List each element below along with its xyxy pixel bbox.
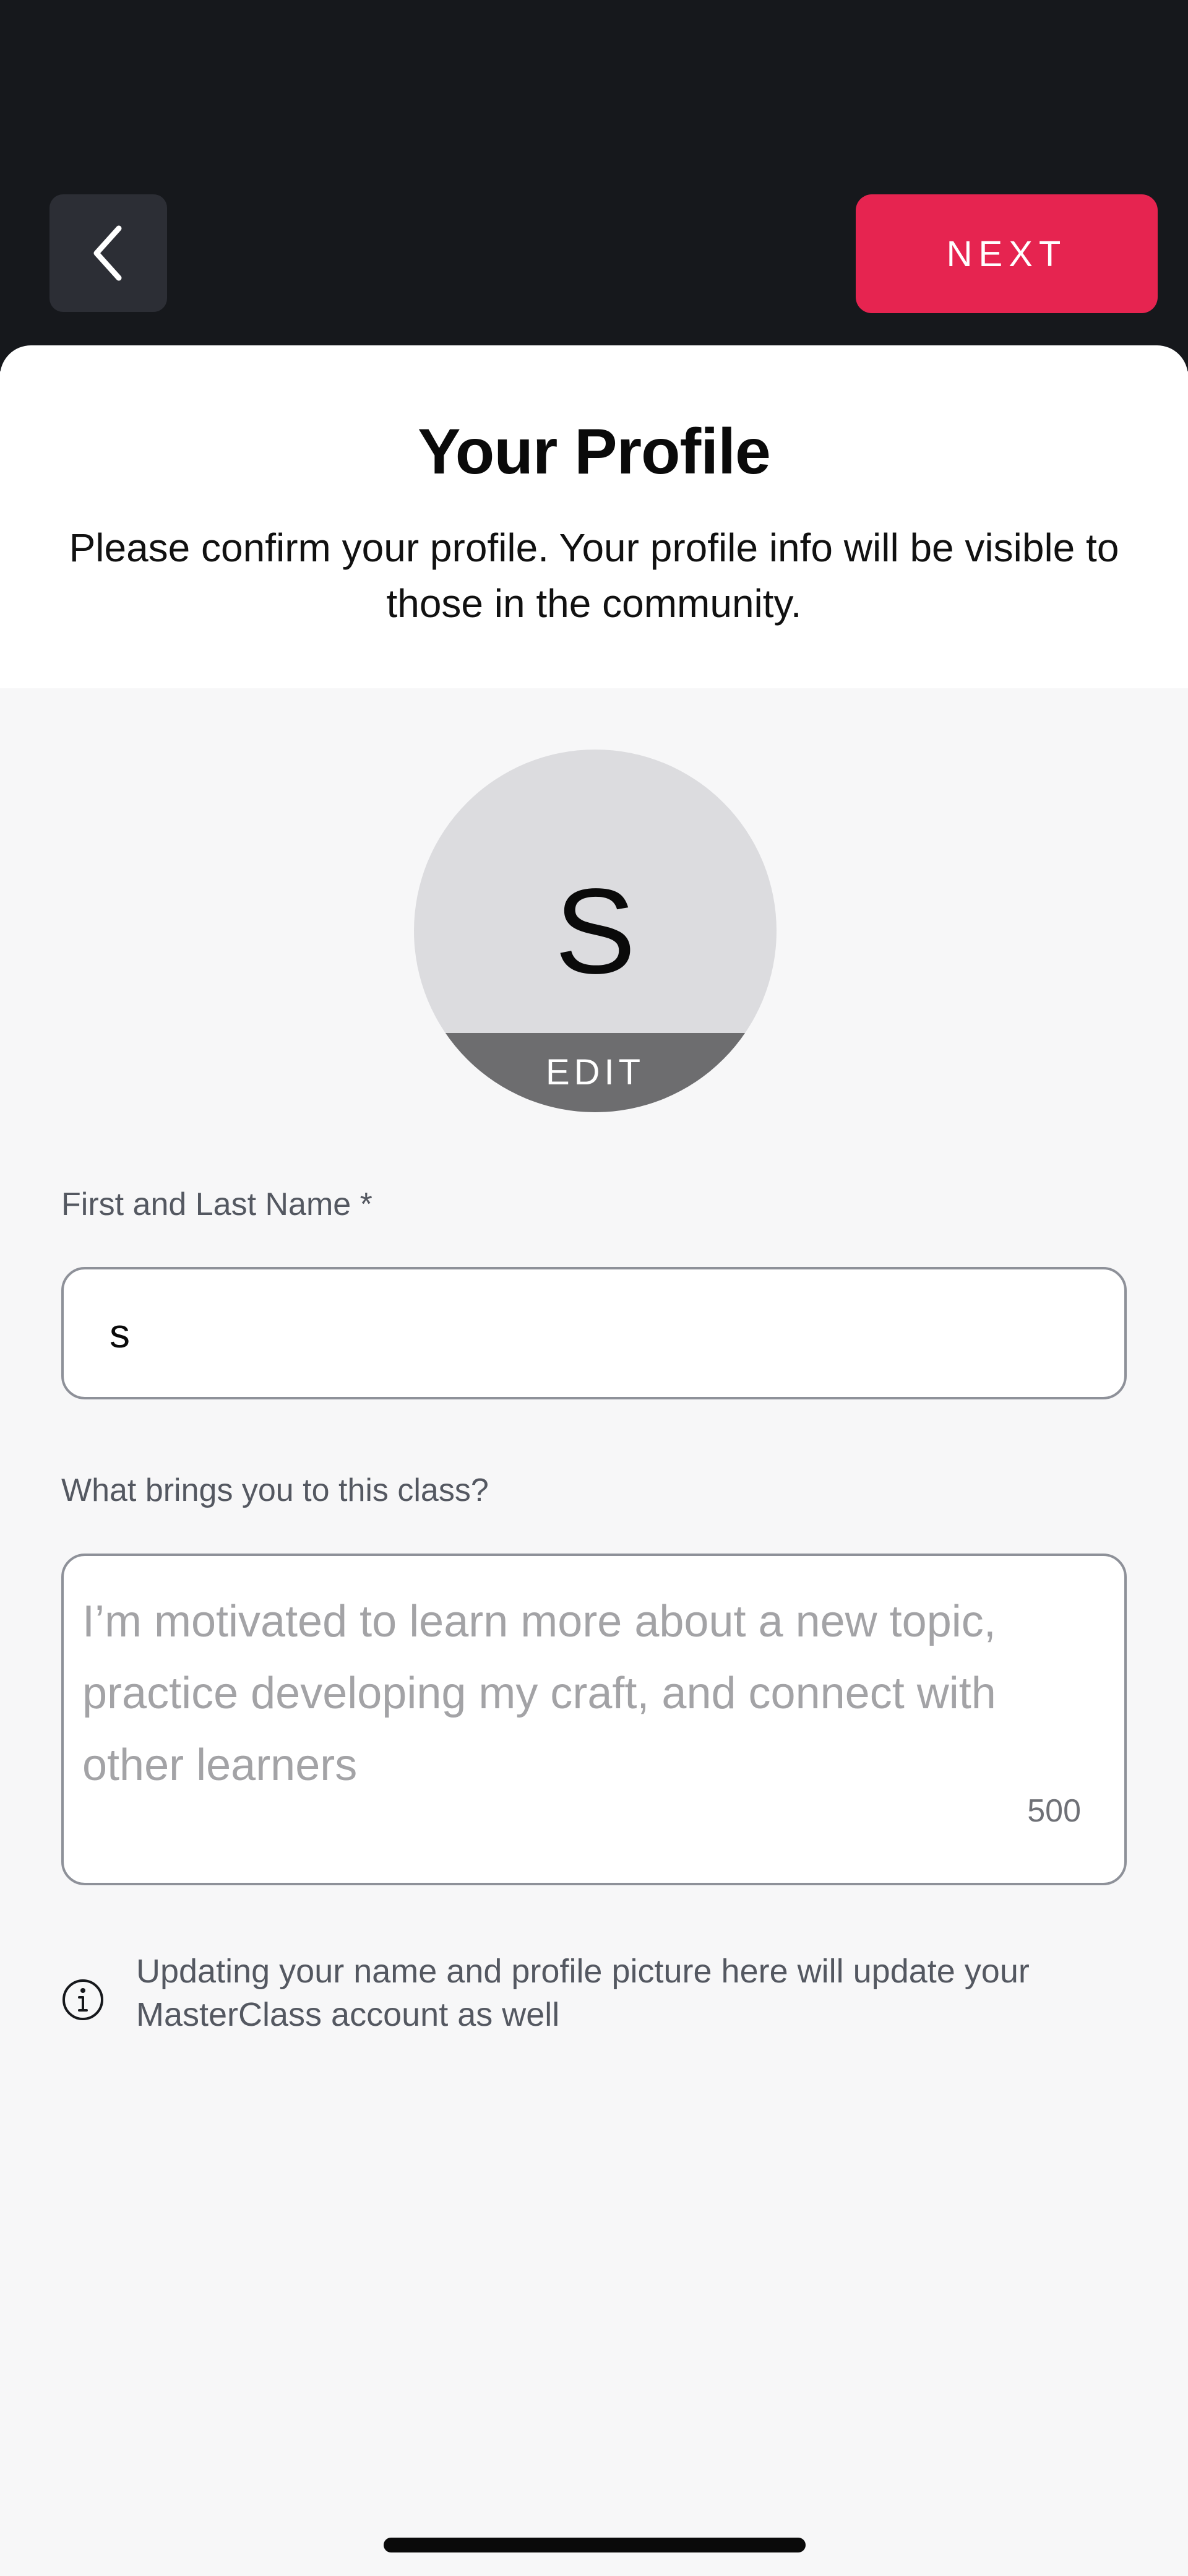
page-subtitle: Please confirm your profile. Your profil… [69, 525, 1119, 626]
page-title: Your Profile [418, 416, 771, 488]
name-field-label: First and Last Name * [61, 1186, 372, 1222]
reason-field-container[interactable]: 500 [61, 1554, 1127, 1885]
info-icon [62, 1979, 103, 2020]
avatar-edit-button[interactable]: EDIT [414, 1033, 777, 1112]
reason-field-label: What brings you to this class? [61, 1472, 489, 1508]
avatar[interactable]: S EDIT [414, 750, 777, 1112]
top-bar: NEXT [0, 0, 1188, 371]
reason-textarea[interactable] [82, 1586, 1097, 1796]
info-notice-text: Updating your name and profile picture h… [136, 1953, 1030, 2033]
profile-header-card: Your Profile Please confirm your profile… [0, 345, 1188, 688]
name-field[interactable] [61, 1267, 1127, 1399]
character-count: 500 [1027, 1793, 1081, 1829]
next-button[interactable]: NEXT [856, 194, 1158, 313]
home-indicator [384, 2538, 806, 2552]
back-button[interactable] [50, 194, 167, 312]
chevron-left-icon [93, 225, 122, 281]
